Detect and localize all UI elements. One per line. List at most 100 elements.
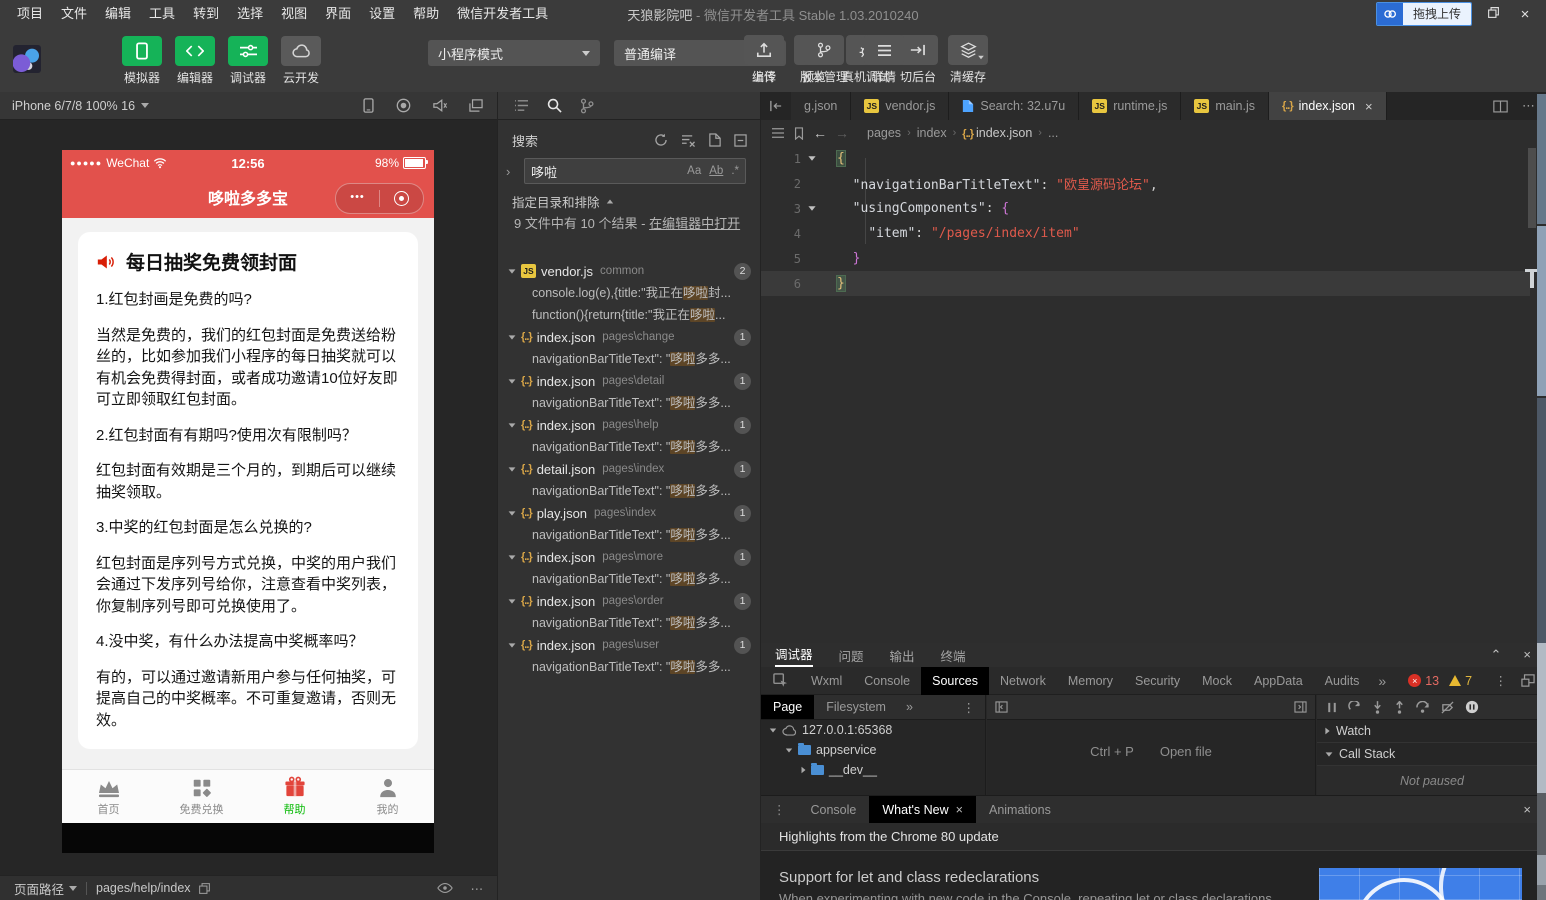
watch-section[interactable]: Watch <box>1317 720 1546 743</box>
version-manage-button[interactable]: 版本管理 <box>800 35 848 85</box>
drag-upload-badge[interactable]: 拖拽上传 <box>1376 2 1472 26</box>
step-into-icon[interactable] <box>1372 701 1383 714</box>
editor-tab-index-json[interactable]: {..}index.json× <box>1269 92 1387 120</box>
search-result-file[interactable]: {..} index.jsonpages\change 1 <box>498 326 761 348</box>
mode-select[interactable]: 小程序模式 <box>428 40 600 66</box>
menu-item-2[interactable]: 编辑 <box>96 0 140 28</box>
search-view-icon[interactable] <box>547 98 562 113</box>
collapse-panel-icon[interactable]: ⌃ <box>1491 647 1502 663</box>
refresh-search-icon[interactable] <box>654 133 668 147</box>
search-result-file[interactable]: {..} index.jsonpages\help 1 <box>498 414 761 436</box>
record-icon[interactable] <box>396 98 411 113</box>
fold-icon[interactable] <box>808 206 815 211</box>
debugger-button[interactable]: 调试器 <box>226 36 270 86</box>
search-expand-chevron[interactable]: › <box>506 164 510 179</box>
close-tab-icon[interactable]: × <box>1365 99 1373 114</box>
resume-icon[interactable] <box>1348 701 1361 713</box>
search-result-match[interactable]: navigationBarTitleText": "哆啦多多... <box>498 392 761 414</box>
menu-item-7[interactable]: 界面 <box>316 0 360 28</box>
breadcrumb-item[interactable]: pages <box>867 126 901 140</box>
sources-nav-Page[interactable]: Page <box>761 695 814 719</box>
menu-item-6[interactable]: 视图 <box>272 0 316 28</box>
search-result-file[interactable]: {..} index.jsonpages\user 1 <box>498 634 761 656</box>
search-result-file[interactable]: {..} index.jsonpages\detail 1 <box>498 370 761 392</box>
editor-tab-main-js[interactable]: JSmain.js <box>1181 92 1269 120</box>
search-result-match[interactable]: navigationBarTitleText": "哆啦多多... <box>498 348 761 370</box>
editor-tab-vendor-js[interactable]: JSvendor.js <box>851 92 949 120</box>
menu-item-3[interactable]: 工具 <box>140 0 184 28</box>
upload-button[interactable]: 上传 <box>742 35 786 85</box>
more-capsule-button[interactable]: ••• <box>336 191 379 206</box>
search-result-match[interactable]: navigationBarTitleText": "哆啦多多... <box>498 524 761 546</box>
regex-toggle[interactable]: .* <box>731 165 739 177</box>
search-result-match[interactable]: navigationBarTitleText": "哆啦多多... <box>498 612 761 634</box>
whole-word-toggle[interactable]: Ab <box>709 165 723 177</box>
devtools-tab-Memory[interactable]: Memory <box>1057 667 1124 695</box>
editor-scrollbar-thumb[interactable] <box>1528 148 1536 228</box>
search-result-match[interactable]: function(){return{title:"我正在哆啦... <box>498 304 761 326</box>
code-editor[interactable]: 1 { 2 "navigationBarTitleText": "欧皇源码论坛"… <box>761 146 1546 643</box>
search-result-file[interactable]: {..} index.jsonpages\more 1 <box>498 546 761 568</box>
menu-item-10[interactable]: 微信开发者工具 <box>448 0 557 28</box>
details-button[interactable]: 详情 <box>862 35 906 85</box>
editor-tab-runtime-js[interactable]: JSruntime.js <box>1079 92 1181 120</box>
step-out-icon[interactable] <box>1394 701 1405 714</box>
drawer-tab[interactable]: What's New× <box>869 796 976 824</box>
breadcrumb-item[interactable]: {..}index.json <box>962 126 1032 140</box>
inspect-element-icon[interactable] <box>761 673 800 688</box>
new-search-editor-icon[interactable] <box>709 133 721 147</box>
editor-tab-g-json[interactable]: g.json <box>791 92 851 120</box>
devtools-tab-Audits[interactable]: Audits <box>1314 667 1371 695</box>
search-result-match[interactable]: console.log(e),{title:"我正在哆啦封... <box>498 282 761 304</box>
copy-path-icon[interactable] <box>198 882 211 895</box>
drawer-tab[interactable]: Animations <box>976 796 1064 824</box>
open-in-editor-link[interactable]: 在编辑器中打开 <box>649 216 740 231</box>
breadcrumb-item[interactable]: ... <box>1048 126 1058 140</box>
code-line-2[interactable]: 2 "navigationBarTitleText": "欧皇源码论坛", <box>761 171 1546 196</box>
devtools-menu-icon[interactable]: ⋮ <box>1495 673 1508 688</box>
code-line-4[interactable]: 4 "item": "/pages/index/item" <box>761 221 1546 246</box>
open-file-hint[interactable]: Ctrl + P Open file <box>987 744 1315 759</box>
drawer-scrollbar-thumb[interactable] <box>1537 855 1546 885</box>
match-case-toggle[interactable]: Aa <box>687 165 701 177</box>
menu-item-1[interactable]: 文件 <box>52 0 96 28</box>
menu-item-5[interactable]: 选择 <box>228 0 272 28</box>
search-result-match[interactable]: navigationBarTitleText": "哆啦多多... <box>498 568 761 590</box>
close-panel-icon[interactable]: × <box>1523 647 1531 663</box>
collapse-left-icon[interactable] <box>995 701 1008 713</box>
page-path-selector[interactable]: 页面路径 <box>0 879 77 898</box>
bookmark-icon[interactable] <box>793 127 805 140</box>
tabbar-item-free-redeem[interactable]: 免费兑换 <box>155 770 248 823</box>
tree-node[interactable]: __dev__ <box>761 760 985 780</box>
debugger-tab-调试器[interactable]: 调试器 <box>775 644 813 667</box>
more-options-icon[interactable]: ⋯ <box>471 881 484 896</box>
more-tabs-icon[interactable]: » <box>1370 673 1394 689</box>
debugger-tab-问题[interactable]: 问题 <box>839 646 864 665</box>
nav-overflow-icon[interactable]: » <box>898 700 921 714</box>
deactivate-breakpoints-icon[interactable] <box>1441 701 1454 714</box>
expand-right-icon[interactable] <box>1294 701 1307 713</box>
drawer-menu-icon[interactable]: ⋮ <box>761 802 798 817</box>
search-result-file[interactable]: JS vendor.jscommon 2 <box>498 260 761 282</box>
move-editor-icon[interactable] <box>761 92 791 120</box>
device-selector[interactable]: iPhone 6/7/8 100% 16 <box>0 99 149 113</box>
editor-more-icon[interactable]: ⋯ <box>1522 98 1535 114</box>
editor-tab-search-result[interactable]: Search: 32.u7u <box>949 92 1079 120</box>
multi-window-icon[interactable] <box>469 98 483 113</box>
tree-node[interactable]: appservice <box>761 740 985 760</box>
tabbar-item-help[interactable]: 帮助 <box>248 770 341 823</box>
debugger-tab-终端[interactable]: 终端 <box>941 646 966 665</box>
devtools-tab-Sources[interactable]: Sources <box>921 667 989 695</box>
devtools-tab-AppData[interactable]: AppData <box>1243 667 1314 695</box>
mute-icon[interactable] <box>433 98 447 113</box>
sources-nav-Filesystem[interactable]: Filesystem <box>814 695 898 719</box>
devtools-tab-Mock[interactable]: Mock <box>1191 667 1243 695</box>
user-avatar[interactable] <box>13 45 41 73</box>
step-icon[interactable] <box>1416 701 1430 713</box>
menu-item-8[interactable]: 设置 <box>360 0 404 28</box>
close-window-button[interactable]: × <box>1514 6 1536 23</box>
menu-item-0[interactable]: 项目 <box>8 0 52 28</box>
git-icon[interactable] <box>580 98 594 114</box>
devtools-tab-Network[interactable]: Network <box>989 667 1057 695</box>
visibility-icon[interactable] <box>437 881 453 896</box>
